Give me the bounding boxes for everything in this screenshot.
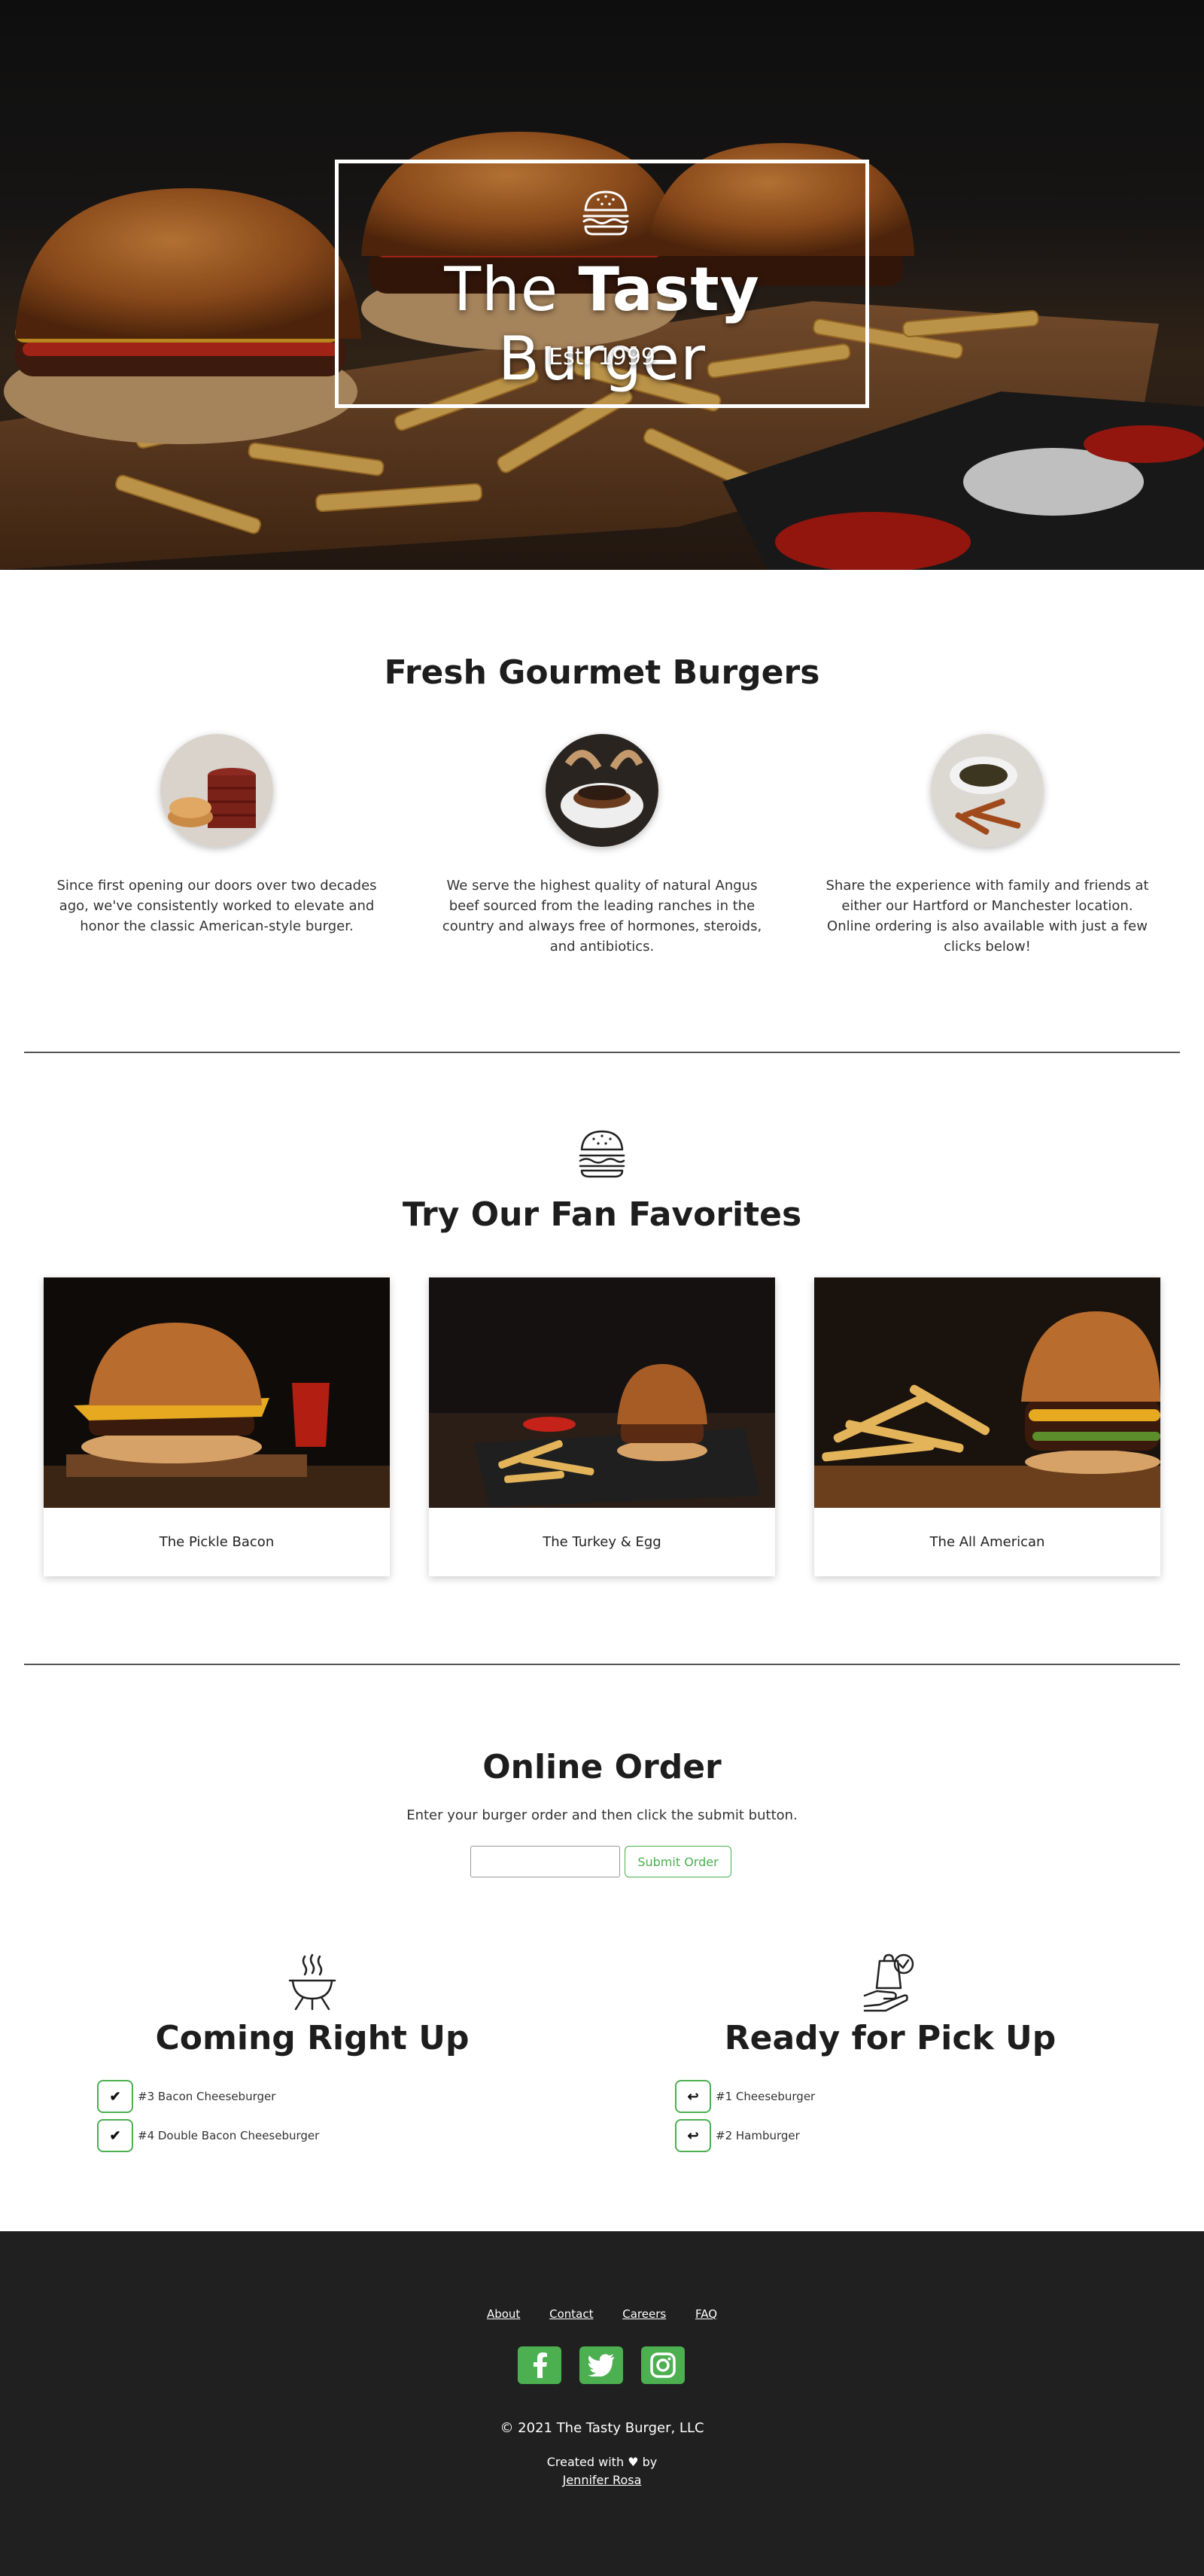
mark-ready-button[interactable]: ✔ <box>97 2080 133 2113</box>
submit-order-button[interactable]: Submit Order <box>625 1846 731 1877</box>
order-instructions: Enter your burger order and then click t… <box>406 1807 798 1823</box>
footer-link-careers[interactable]: Careers <box>622 2307 666 2321</box>
order-label: #4 Double Bacon Cheeseburger <box>138 2129 320 2142</box>
burger-icon <box>579 1130 625 1178</box>
coming-up-heading: Coming Right Up <box>155 2019 470 2057</box>
established-year: Est. 1999 <box>549 344 655 370</box>
mark-ready-button[interactable]: ✔ <box>97 2119 133 2152</box>
facebook-icon[interactable] <box>518 2346 561 2384</box>
footer-link-contact[interactable]: Contact <box>549 2307 593 2321</box>
footer-link-faq[interactable]: FAQ <box>695 2307 717 2321</box>
site-title: The Tasty Burger <box>444 254 760 394</box>
credit-line: Created with ♥ by Jennifer Rosa <box>546 2455 658 2487</box>
feature-text: Share the experience with family and fri… <box>825 878 1149 955</box>
social-links <box>518 2346 685 2384</box>
feature-text: Since first opening our doors over two d… <box>56 878 377 934</box>
twitter-icon[interactable] <box>579 2346 623 2384</box>
favorite-photo <box>429 1277 775 1508</box>
ready-pickup-heading: Ready for Pick Up <box>724 2019 1057 2057</box>
feature-quality: We serve the highest quality of natural … <box>436 734 768 957</box>
feature-image-plated-burger <box>546 734 658 847</box>
order-queue-item: ✔ #3 Bacon Cheeseburger <box>97 2080 275 2113</box>
favorite-card[interactable]: The All American <box>814 1277 1160 1576</box>
feature-image-appetizers <box>931 734 1044 847</box>
favorite-name: The Turkey & Egg <box>543 1534 661 1550</box>
pickup-bag-icon <box>863 1953 914 2012</box>
burger-icon <box>582 190 629 236</box>
footer-link-about[interactable]: About <box>487 2307 520 2321</box>
hero-banner: The Tasty Burger Est. 1999 <box>0 0 1204 570</box>
favorite-card[interactable]: The Turkey & Egg <box>429 1277 775 1576</box>
copyright: © 2021 The Tasty Burger, LLC <box>500 2420 704 2436</box>
undo-button[interactable]: ↩ <box>675 2119 711 2152</box>
favorite-name: The All American <box>929 1534 1045 1550</box>
intro-heading: Fresh Gourmet Burgers <box>384 653 820 692</box>
feature-image-patties <box>160 734 273 847</box>
undo-button[interactable]: ↩ <box>675 2080 711 2113</box>
order-heading: Online Order <box>482 1748 722 1786</box>
favorite-name: The Pickle Bacon <box>159 1534 275 1550</box>
order-queue-item: ↩ #1 Cheeseburger <box>675 2080 815 2113</box>
favorite-photo <box>814 1277 1160 1508</box>
favorite-card[interactable]: The Pickle Bacon <box>44 1277 390 1576</box>
author-link[interactable]: Jennifer Rosa <box>563 2473 642 2487</box>
heart-icon: ♥ <box>628 2455 639 2469</box>
grill-icon <box>288 1953 336 2011</box>
order-label: #2 Hamburger <box>716 2129 800 2142</box>
order-queue-item: ✔ #4 Double Bacon Cheeseburger <box>97 2119 319 2152</box>
instagram-icon[interactable] <box>641 2346 685 2384</box>
footer-nav: About Contact Careers FAQ <box>0 2307 1204 2321</box>
hero-title-frame: The Tasty Burger Est. 1999 <box>335 160 869 408</box>
order-queue-item: ↩ #2 Hamburger <box>675 2119 800 2152</box>
site-footer: About Contact Careers FAQ © 2021 The Tas… <box>0 2231 1204 2576</box>
order-label: #1 Cheeseburger <box>716 2090 816 2103</box>
feature-locations: Share the experience with family and fri… <box>822 734 1153 957</box>
order-label: #3 Bacon Cheeseburger <box>138 2090 276 2103</box>
order-input[interactable] <box>470 1846 620 1877</box>
feature-history: Since first opening our doors over two d… <box>51 734 382 936</box>
favorite-photo <box>44 1277 390 1508</box>
section-divider <box>24 1664 1180 1665</box>
section-divider <box>24 1052 1180 1053</box>
favorites-heading: Try Our Fan Favorites <box>402 1195 802 1234</box>
feature-text: We serve the highest quality of natural … <box>442 878 762 955</box>
